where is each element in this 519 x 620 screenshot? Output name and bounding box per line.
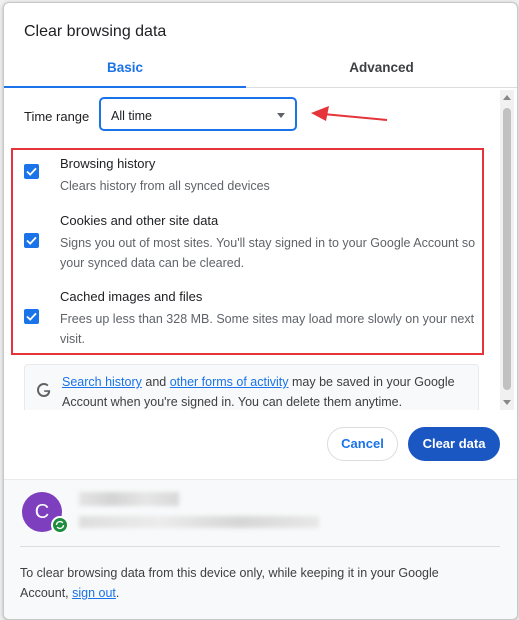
sync-badge: [51, 516, 69, 534]
checkmark-icon: [26, 167, 37, 176]
scrollbar[interactable]: [500, 90, 514, 410]
tab-advanced-label: Advanced: [349, 60, 414, 75]
tab-advanced[interactable]: Advanced: [246, 55, 517, 87]
other-activity-link[interactable]: other forms of activity: [170, 375, 289, 389]
sign-out-link[interactable]: sign out: [72, 586, 116, 600]
option-description: Clears history from all synced devices: [60, 179, 270, 193]
time-range-label: Time range: [24, 109, 90, 124]
scroll-up-icon[interactable]: [503, 95, 511, 100]
footer-divider: [20, 546, 500, 547]
sync-icon: [55, 520, 65, 530]
account-footer: C To clear browsing data from this devic…: [4, 479, 517, 619]
browsing-history-checkbox[interactable]: [24, 164, 39, 179]
google-account-note: Search history and other forms of activi…: [24, 364, 479, 410]
clear-browsing-data-dialog: Clear browsing data Basic Advanced Time …: [3, 2, 518, 620]
clear-data-button[interactable]: Clear data: [408, 427, 500, 461]
option-title: Cookies and other site data: [60, 213, 219, 228]
option-title: Browsing history: [60, 156, 156, 171]
dialog-title: Clear browsing data: [24, 23, 167, 40]
red-arrow-annotation: [311, 106, 388, 121]
blurred-account-email: [79, 516, 319, 528]
cached-images-checkbox[interactable]: [24, 309, 39, 324]
options-scroll-area: Time range All time Browsing history Cle…: [4, 88, 517, 410]
time-range-select[interactable]: All time: [99, 97, 297, 131]
option-description: Signs you out of most sites. You'll stay…: [60, 236, 476, 270]
footer-text: To clear browsing data from this device …: [20, 563, 490, 603]
tab-basic-label: Basic: [106, 60, 144, 75]
blurred-account-name: [79, 492, 179, 506]
cookies-checkbox[interactable]: [24, 233, 39, 248]
checkmark-icon: [26, 236, 37, 245]
option-description: Frees up less than 328 MB. Some sites ma…: [60, 312, 475, 346]
scrollbar-thumb[interactable]: [503, 108, 511, 390]
tab-basic[interactable]: Basic: [4, 55, 246, 88]
google-note-text: Search history and other forms of activi…: [62, 372, 472, 410]
cancel-button[interactable]: Cancel: [327, 427, 398, 461]
dropdown-caret-icon: [277, 113, 285, 118]
checkmark-icon: [26, 312, 37, 321]
scroll-down-icon[interactable]: [503, 400, 511, 405]
google-g-icon: [37, 383, 51, 397]
time-range-value: All time: [111, 109, 152, 123]
tab-bar: Basic Advanced: [4, 55, 517, 88]
option-title: Cached images and files: [60, 289, 203, 304]
search-history-link[interactable]: Search history: [62, 375, 142, 389]
footer-period: .: [115, 586, 120, 600]
note-and: and: [141, 375, 170, 389]
